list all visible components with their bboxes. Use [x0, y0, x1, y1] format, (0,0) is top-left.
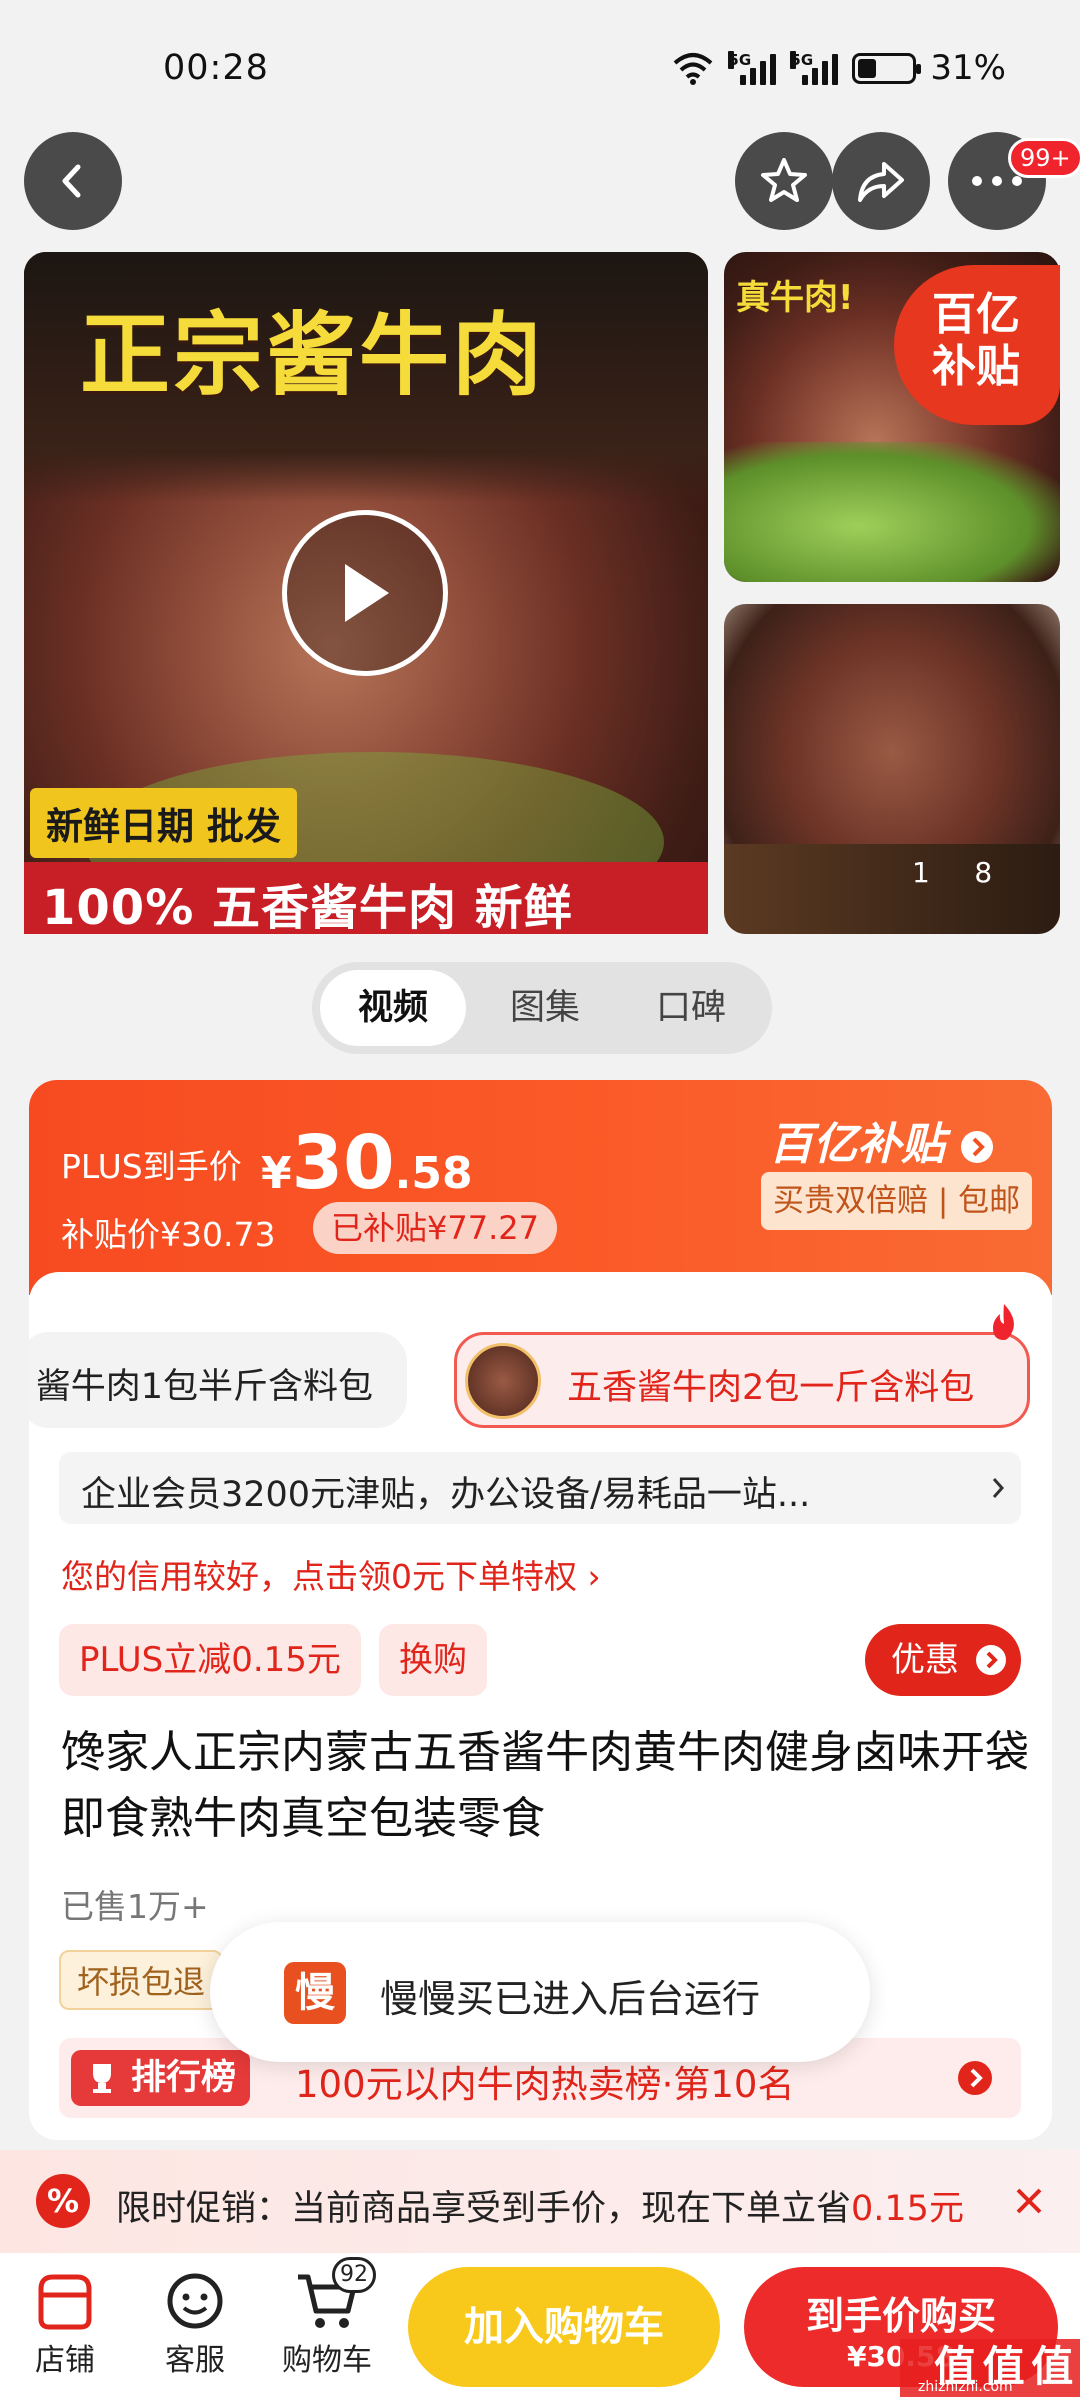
service-tag: 坏损包退 — [59, 1950, 224, 2010]
play-video-button[interactable] — [282, 510, 448, 676]
play-icon — [345, 564, 389, 622]
bottom-bar: 店铺 客服 购物车 92 加入购物车 到手价购买 ¥30.58 值 值 值 zh… — [0, 2253, 1080, 2400]
percent-icon: % — [36, 2174, 90, 2228]
exchange-tag: 换购 — [379, 1624, 487, 1696]
subsidy-brand[interactable]: 百亿补贴 — [769, 1108, 994, 1172]
image-counter: 1 8 — [912, 856, 993, 889]
more-badge: 99+ — [1008, 138, 1080, 178]
more-icon — [972, 176, 1022, 186]
variant-option-2[interactable]: 五香酱牛肉2包一斤含料包 — [454, 1332, 1030, 1428]
plus-price-value: ¥30.58 — [261, 1120, 473, 1206]
status-bar: 00:28 5G 5G 31% — [0, 0, 1080, 135]
subsidy-price: 补贴价¥30.73 — [61, 1215, 276, 1254]
coupon-button[interactable]: 优惠 — [865, 1624, 1021, 1696]
side-image-2[interactable] — [724, 604, 1060, 934]
customer-service-icon — [167, 2273, 223, 2329]
plus-price-label: PLUS到手价 — [61, 1147, 242, 1186]
share-icon — [858, 162, 904, 202]
product-title: 馋家人正宗内蒙古五香酱牛肉黄牛肉健身卤味开袋即食熟牛肉真空包装零食 — [61, 1727, 1029, 1844]
ranking-badge: 排行榜 — [71, 2050, 251, 2106]
watermark: 值 值 值 zhizhizhi.com — [900, 2339, 1080, 2397]
back-button[interactable] — [24, 132, 122, 230]
variant-thumbnail — [465, 1343, 541, 1419]
image-bottom-band: 100% 五香酱牛肉 新鲜 — [24, 862, 708, 936]
add-to-cart-button[interactable]: 加入购物车 — [408, 2267, 720, 2387]
hot-flame-icon — [993, 1304, 1014, 1340]
tab-reviews[interactable]: 口碑 — [618, 970, 764, 1046]
chevron-right-circle-icon — [958, 2061, 992, 2095]
chevron-right-icon — [992, 1478, 1005, 1498]
nav-cart[interactable]: 购物车 92 — [276, 2257, 378, 2379]
cart-count-badge: 92 — [332, 2257, 376, 2293]
cellular-signal-icon: 5G — [728, 51, 777, 85]
subsidized-amount: 已补贴¥77.27 — [313, 1202, 557, 1254]
chevron-left-icon — [62, 164, 81, 198]
promo-text: 限时促销：当前商品享受到手价，现在下单立省0.15元 — [116, 2189, 964, 2229]
app-icon: 慢 — [284, 1962, 346, 2024]
enterprise-banner[interactable]: 企业会员3200元津贴，办公设备/易耗品一站... — [59, 1452, 1021, 1524]
store-icon — [38, 2274, 92, 2330]
variant-option-1[interactable]: 酱牛肉1包半斤含料包 — [29, 1332, 407, 1428]
media-tabs: 视频 图集 口碑 — [312, 962, 772, 1054]
battery-icon — [852, 52, 922, 84]
guarantee-tag: 买贵双倍赔 | 包邮 — [761, 1172, 1033, 1230]
image-headline: 正宗酱牛肉 — [80, 303, 545, 408]
tab-video[interactable]: 视频 — [320, 970, 466, 1046]
subsidy-badge: 百亿 补贴 — [894, 265, 1060, 425]
toast-text: 慢慢买已进入后台运行 — [380, 1977, 761, 2021]
chevron-right-circle-icon — [961, 1131, 994, 1163]
close-icon[interactable] — [1014, 2186, 1044, 2216]
tab-gallery[interactable]: 图集 — [472, 970, 618, 1046]
status-icons: 5G 5G 31% — [672, 48, 1006, 88]
toast-notification: 慢 慢慢买已进入后台运行 — [210, 1922, 870, 2062]
plus-discount-tag: PLUS立减0.15元 — [59, 1624, 361, 1696]
status-time: 00:28 — [163, 48, 269, 88]
star-icon — [761, 158, 807, 202]
share-button[interactable] — [832, 132, 930, 230]
chevron-right-circle-icon — [976, 1645, 1006, 1675]
cellular-signal-icon-2: 5G — [790, 51, 839, 85]
favorite-button[interactable] — [735, 132, 833, 230]
wifi-icon — [674, 53, 713, 85]
nav-service[interactable]: 客服 — [150, 2271, 240, 2379]
nav-store[interactable]: 店铺 — [22, 2271, 108, 2379]
credit-line[interactable]: 您的信用较好，点击领0元下单特权 › — [61, 1550, 601, 1598]
sold-count: 已售1万+ — [61, 1887, 209, 1926]
promo-banner: % 限时促销：当前商品享受到手价，现在下单立省0.15元 — [0, 2150, 1080, 2253]
fresh-tag: 新鲜日期 批发 — [30, 788, 297, 858]
side-image-caption: 真牛肉! — [736, 278, 854, 318]
trophy-icon — [93, 2064, 111, 2093]
battery-percent: 31% — [930, 48, 1006, 88]
